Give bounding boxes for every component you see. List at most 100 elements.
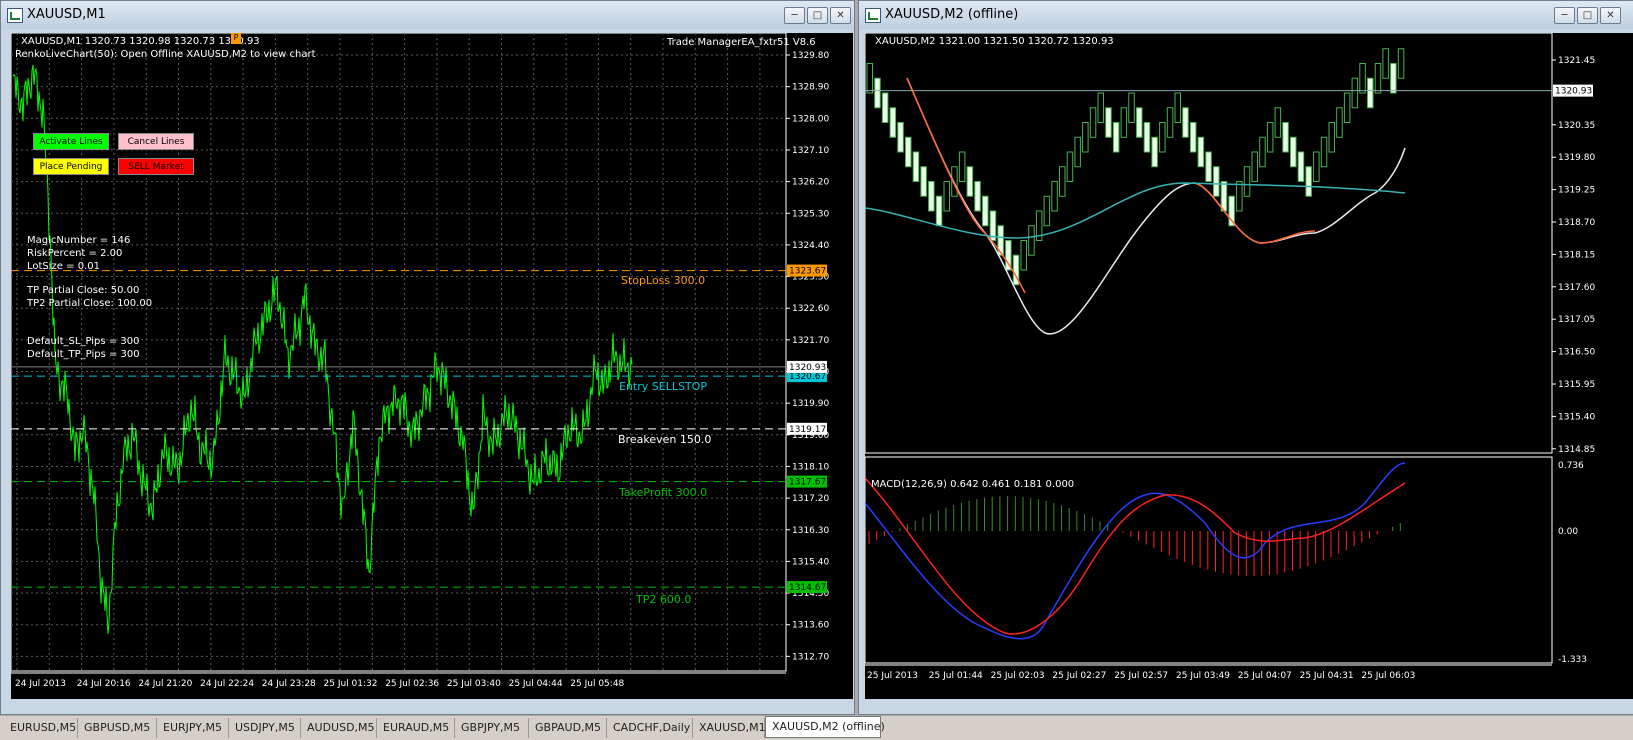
- chart-window-xauusd-m2[interactable]: XAUUSD,M2 (offline) ─ □ ✕ 1321.45 1320.35…: [858, 0, 1633, 715]
- chart-tab[interactable]: CADCHF,Daily: [607, 718, 693, 738]
- price-axis-label: 1315.40: [792, 557, 829, 567]
- chart-tab[interactable]: GBPAUD,M5: [529, 718, 607, 738]
- info-default-tp: Default_TP_Pips = 300: [27, 349, 140, 360]
- tp2-price-value: 1314.67: [789, 583, 826, 593]
- renko-up-brick: [1066, 151, 1074, 182]
- renko-chart-svg: 1321.45 1320.35 1319.80 1319.25 1318.70 1318.…: [865, 33, 1595, 681]
- info-lotsize: LotSize = 0.01: [27, 261, 100, 272]
- price-axis-label: 1312.70: [792, 652, 829, 662]
- entry-price-value: 1320.67: [789, 372, 826, 382]
- time-axis-label: 25 Jul 05:48: [570, 679, 624, 689]
- renko-up-brick: [1320, 136, 1328, 168]
- price-axis-label: 1327.10: [792, 146, 829, 156]
- renko-down-brick: [1189, 122, 1197, 153]
- price-axis-label: 1326.20: [792, 178, 829, 188]
- renko-chart[interactable]: 1321.45 1320.35 1319.80 1319.25 1318.70 1318.…: [865, 33, 1633, 699]
- renko-up-brick: [1336, 107, 1343, 138]
- sell-market-button[interactable]: SELL Market: [118, 158, 194, 175]
- renko-down-brick: [1305, 166, 1312, 197]
- time-axis-label: 24 Jul 21:20: [138, 679, 192, 689]
- chart-tab[interactable]: EURJPY,M5: [157, 718, 229, 738]
- renko-up-brick: [1174, 92, 1181, 123]
- price-axis-label: 1322.60: [792, 304, 829, 314]
- price-axis-label: 1328.90: [792, 83, 829, 93]
- close-button[interactable]: ✕: [830, 7, 851, 24]
- chart-tab[interactable]: EURUSD,M5: [4, 718, 78, 738]
- cancel-lines-button[interactable]: Cancel Lines: [118, 133, 194, 150]
- renko-down-brick: [874, 77, 881, 109]
- chart-tab[interactable]: XAUUSD,M1: [693, 718, 766, 738]
- time-axis-label: 24 Jul 20:16: [77, 679, 131, 689]
- breakeven-label: Breakeven 150.0: [618, 433, 712, 446]
- chart-tabs-bar: EURUSD,M5 GBPUSD,M5 EURJPY,M5 USDJPY,M5 AUDU…: [0, 716, 1633, 740]
- renko-down-brick: [1213, 166, 1220, 197]
- ea-badge: P: [231, 33, 241, 44]
- renko-up-brick: [1343, 92, 1351, 123]
- renko-up-brick: [1382, 48, 1389, 79]
- price-axis-label: 1318.70: [1558, 218, 1595, 228]
- renko-down-brick: [1297, 151, 1305, 182]
- price-axis-label: 1319.90: [792, 399, 829, 409]
- renko-up-brick: [1159, 122, 1166, 153]
- chart-tab[interactable]: GBPUSD,M5: [78, 718, 157, 738]
- chart-tab[interactable]: XAUUSD,M2 (offline): [765, 716, 885, 738]
- tp2-label: TP2 600.0: [636, 593, 692, 606]
- time-axis-label: 25 Jul 01:32: [324, 679, 378, 689]
- renko-up-brick: [1051, 181, 1058, 212]
- minimize-button[interactable]: ─: [1554, 7, 1575, 24]
- window-title: XAUUSD,M2 (offline): [885, 7, 1019, 22]
- time-axis-label: 25 Jul 02:36: [385, 679, 439, 689]
- window-titlebar[interactable]: XAUUSD,M1 ─ □ ✕: [1, 1, 854, 29]
- price-axis-label: 1315.40: [1558, 412, 1595, 422]
- renko-up-brick: [1128, 92, 1135, 123]
- maximize-button[interactable]: □: [807, 7, 828, 24]
- info-risk: RiskPercent = 2.00: [27, 248, 123, 259]
- renko-down-brick: [1151, 136, 1158, 168]
- maximize-button[interactable]: □: [1577, 7, 1598, 24]
- info-magic: MagicNumber = 146: [27, 235, 131, 246]
- renko-plot-border: [865, 33, 1553, 454]
- activate-lines-button[interactable]: Activate Lines: [33, 133, 109, 150]
- renko-down-brick: [1197, 136, 1205, 168]
- renko-down-brick: [1143, 122, 1151, 153]
- window-titlebar[interactable]: XAUUSD,M2 (offline) ─ □ ✕: [859, 1, 1633, 29]
- price-axis-label: 1321.45: [1558, 56, 1595, 66]
- close-button[interactable]: ✕: [1600, 7, 1621, 24]
- time-axis-label: 25 Jul 02:57: [1114, 671, 1168, 681]
- renko-down-brick: [1112, 122, 1120, 153]
- chart-tab[interactable]: GBPJPY,M5: [455, 718, 529, 738]
- chart-window-xauusd-m1[interactable]: XAUUSD,M1 ─ □ ✕ 1329.80 1328.90 1328.00 132…: [0, 0, 855, 715]
- breakeven-price-value: 1319.17: [789, 425, 826, 435]
- renko-down-brick: [912, 151, 920, 182]
- renko-up-brick: [1028, 225, 1035, 256]
- current-price-value: 1320.93: [1555, 87, 1592, 97]
- chart-tab[interactable]: USDJPY,M5: [229, 718, 301, 738]
- renko-down-brick: [982, 195, 989, 227]
- renko-down-brick: [1105, 107, 1112, 138]
- price-axis-label: 1317.20: [792, 494, 829, 504]
- minimize-button[interactable]: ─: [784, 7, 805, 24]
- price-axis-label: 1329.80: [792, 51, 829, 61]
- renko-up-brick: [1328, 122, 1335, 153]
- chart-tab[interactable]: AUDUSD,M5: [301, 718, 377, 738]
- price-axis-label: 1324.40: [792, 241, 829, 251]
- renko-info: RenkoLiveChart(50): Open Offline XAUUSD,…: [15, 49, 316, 60]
- renko-up-brick: [1236, 181, 1243, 212]
- chart-tab[interactable]: EURAUD,M5: [377, 718, 455, 738]
- info-tp-partial: TP Partial Close: 50.00: [27, 285, 140, 296]
- renko-up-brick: [943, 181, 950, 212]
- time-axis-label: 25 Jul 04:44: [509, 679, 563, 689]
- renko-down-brick: [1290, 136, 1297, 168]
- renko-down-brick: [1282, 122, 1289, 153]
- place-pending-button[interactable]: Place Pending: [33, 158, 109, 175]
- price-axis-label: 1315.95: [1558, 380, 1595, 390]
- takeprofit-label: TakeProfit 300.0: [619, 486, 708, 499]
- window-title: XAUUSD,M1: [27, 7, 106, 22]
- renko-down-brick: [1390, 63, 1397, 94]
- macd-axis-label: 0.736: [1558, 461, 1584, 471]
- price-chart[interactable]: 1329.80 1328.90 1328.00 1327.10 1326.20 1325.…: [11, 33, 853, 699]
- renko-up-brick: [1082, 122, 1089, 153]
- time-axis-label: 24 Jul 23:28: [262, 679, 316, 689]
- renko-down-brick: [966, 166, 974, 197]
- chart-icon: [7, 8, 23, 23]
